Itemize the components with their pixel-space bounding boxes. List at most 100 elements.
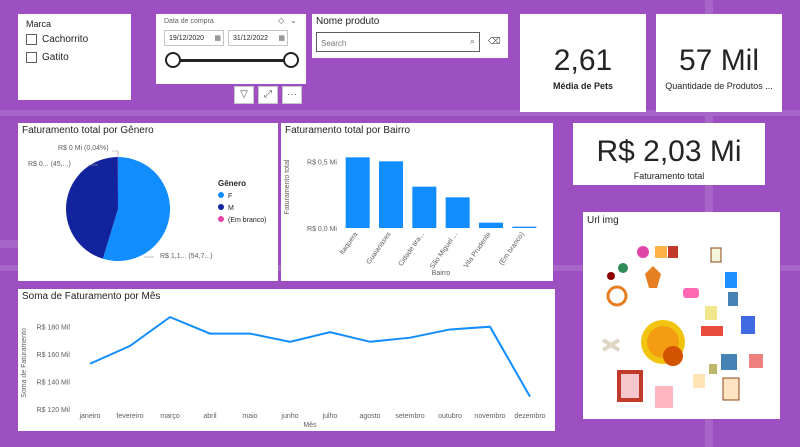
kpi-quantidade: 57 Mil Quantidade de Produtos ...: [656, 14, 782, 112]
chart-title: Faturamento total por Gênero: [22, 125, 154, 136]
legend-marker: [218, 204, 224, 210]
mes-line-card: Soma de Faturamento por Mês R$ 180 Mil R$…: [18, 289, 555, 431]
focus-mode-icon[interactable]: ⤢: [258, 86, 278, 104]
y-tick-label: R$ 160 Mil: [37, 352, 71, 359]
line-series: [89, 315, 531, 398]
bar: [412, 186, 437, 228]
pie-label-top: R$ 0 Mi (0,04%): [58, 145, 109, 152]
url-img-card: Url img: [583, 212, 780, 419]
url-img-title: Url img: [587, 215, 619, 226]
kpi-label: Faturamento total: [633, 171, 705, 181]
x-tick-label: janeiro: [78, 413, 100, 420]
legend-marker: [218, 216, 224, 222]
kpi-value: 2,61: [553, 44, 613, 77]
x-tick-label: abril: [203, 413, 217, 420]
marca-slicer: Marca Cachorrito Gatito: [18, 14, 131, 100]
pie-leader-line: [112, 150, 119, 157]
genero-pie-card: Faturamento total por Gênero R$ 0 Mi (0,…: [18, 123, 278, 281]
bar: [512, 226, 537, 228]
x-tick-label: Guaianases: [365, 231, 392, 266]
eraser-icon[interactable]: ◇: [278, 16, 284, 25]
marca-option-cachorrito[interactable]: Cachorrito: [26, 34, 88, 45]
end-date-handle[interactable]: [283, 52, 299, 68]
calendar-icon[interactable]: ▦: [278, 31, 285, 47]
legend-label: M: [228, 205, 234, 212]
start-date-value: 19/12/2020: [169, 35, 205, 42]
search-icon[interactable]: ⌕: [470, 36, 475, 47]
pie-label-right: R$ 1,1... (54,7...): [160, 253, 213, 260]
y-axis-label: Soma de Faturamento: [21, 328, 28, 398]
bar: [379, 161, 403, 228]
y-tick-label: R$ 0,5 Mi: [307, 159, 337, 166]
kpi-label: Média de Pets: [552, 81, 614, 91]
option-label: Cachorrito: [42, 34, 89, 46]
bar: [445, 197, 470, 228]
x-tick-label: outubro: [438, 413, 462, 420]
chart-title: Soma de Faturamento por Mês: [22, 291, 161, 302]
legend-item[interactable]: F: [218, 192, 267, 200]
checkbox[interactable]: [26, 52, 37, 63]
calendar-icon[interactable]: ▦: [214, 31, 221, 47]
y-tick-label: R$ 140 Mil: [37, 380, 71, 387]
kpi-label: Quantidade de Produtos ...: [665, 81, 773, 91]
y-axis-label: Faturamento total: [284, 159, 291, 214]
x-tick-label: setembro: [395, 413, 424, 420]
produto-slicer-title: Nome produto: [316, 16, 380, 27]
x-tick-label: Cidade tira...: [397, 231, 426, 268]
date-slicer: Data de compra ◇ ⌄ 19/12/2020 ▦ 31/12/20…: [156, 14, 306, 84]
kpi-faturamento: R$ 2,03 Mi Faturamento total: [573, 123, 765, 185]
x-tick-label: agosto: [359, 413, 380, 420]
x-tick-label: novembro: [474, 413, 505, 420]
legend-marker: [218, 192, 224, 198]
background-stripe: [0, 240, 18, 248]
x-tick-label: março: [160, 413, 180, 420]
end-date-value: 31/12/2022: [233, 35, 269, 42]
start-date-handle[interactable]: [165, 52, 181, 68]
y-tick-label: R$ 120 Mil: [37, 407, 71, 414]
kpi-value: R$ 2,03 Mi: [596, 135, 742, 168]
marca-option-gatito[interactable]: Gatito: [26, 52, 69, 63]
kpi-media-pets: 2,61 Média de Pets: [520, 14, 646, 112]
produto-slicer: Nome produto ⌕ ⌫: [312, 14, 508, 58]
legend-title: Gênero: [218, 179, 247, 188]
x-tick-label: dezembro: [514, 413, 545, 420]
start-date-input[interactable]: 19/12/2020 ▦: [164, 30, 224, 46]
x-tick-label: São Miguel ...: [429, 231, 459, 270]
x-tick-label: (Em branco): [498, 231, 526, 267]
product-collage-image: [601, 246, 763, 408]
bar: [345, 157, 370, 228]
bairro-bar-card: Faturamento total por Bairro R$ 0,5 Mi R$…: [281, 123, 553, 281]
kpi-value: 57 Mil: [678, 44, 760, 77]
legend-label: F: [228, 193, 233, 200]
legend-item[interactable]: M: [218, 204, 267, 212]
filter-icon[interactable]: ▽: [234, 86, 254, 104]
legend-label: (Em branco): [228, 217, 267, 224]
y-tick-label: R$ 0,0 Mi: [307, 226, 337, 233]
checkbox[interactable]: [26, 34, 37, 45]
chevron-down-icon[interactable]: ⌄: [290, 16, 297, 25]
legend-item[interactable]: (Em branco): [218, 216, 267, 224]
date-range-track: [172, 59, 290, 62]
bar: [479, 222, 503, 228]
pie-legend: F M (Em branco): [218, 192, 267, 228]
x-axis-label: Mês: [303, 422, 317, 429]
x-tick-label: fevereiro: [116, 413, 143, 420]
option-label: Gatito: [42, 52, 69, 64]
date-slicer-title: Data de compra: [164, 18, 214, 25]
marca-slicer-title: Marca: [26, 19, 52, 29]
x-tick-label: junho: [280, 413, 298, 420]
x-tick-label: Itaquera: [339, 231, 360, 256]
pie-label-left: R$ 0... (45,...): [28, 161, 71, 168]
search-box[interactable]: ⌕: [316, 32, 480, 52]
bairro-bar-chart: R$ 0,5 Mi R$ 0,0 Mi Faturamento total Itaqu…: [284, 157, 537, 277]
end-date-input[interactable]: 31/12/2022 ▦: [228, 30, 288, 46]
x-tick-label: julho: [322, 413, 338, 420]
search-input[interactable]: [321, 35, 461, 52]
mes-line-chart: R$ 180 Mil R$ 160 Mil R$ 140 Mil R$ 120 Mil…: [21, 315, 546, 429]
more-options-icon[interactable]: ···: [282, 86, 302, 104]
x-axis-label: Bairro: [432, 270, 451, 277]
eraser-icon[interactable]: ⌫: [488, 36, 501, 47]
chart-title: Faturamento total por Bairro: [285, 125, 411, 136]
x-tick-label: Vila Prudente: [463, 231, 493, 269]
y-tick-label: R$ 180 Mil: [37, 325, 71, 332]
